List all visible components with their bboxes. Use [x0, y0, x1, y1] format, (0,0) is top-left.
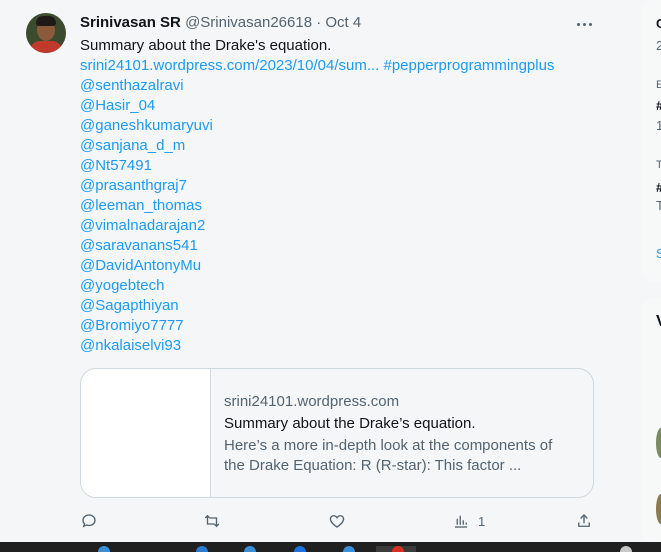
taskbar-app-icon[interactable] — [392, 546, 404, 552]
right-panel-glyph: # — [656, 180, 661, 195]
right-panel-glyph[interactable]: S — [656, 246, 661, 261]
header-separator: · — [316, 14, 322, 31]
author-avatar[interactable] — [26, 13, 66, 53]
card-domain: srini24101.wordpress.com — [224, 393, 400, 410]
taskbar-app-icon[interactable] — [343, 546, 355, 552]
retweet-button[interactable] — [203, 510, 221, 532]
mention[interactable]: @DavidAntonyMu — [80, 256, 600, 276]
retweet-icon — [204, 514, 220, 528]
mention[interactable]: @prasanthgraj7 — [80, 176, 600, 196]
views-icon — [455, 515, 467, 528]
more-dot — [576, 22, 580, 26]
mention[interactable]: @ganeshkumaryuvi — [80, 116, 600, 136]
reply-icon — [82, 514, 96, 528]
right-panel-glyph: C — [656, 16, 661, 31]
tweet-link[interactable]: srini24101.wordpress.com/2023/10/04/sum.… — [80, 57, 379, 74]
tweet-actions: 1 — [80, 510, 600, 532]
views-count: 1 — [478, 513, 486, 529]
tweet-body: Summary about the Drake's equation. srin… — [80, 36, 600, 356]
right-panel-glyph: E — [656, 79, 661, 91]
suggested-avatar[interactable] — [656, 428, 661, 458]
share-icon — [578, 514, 590, 527]
right-panel-glyph: T — [656, 198, 661, 213]
mention[interactable]: @Hasir_04 — [80, 96, 600, 116]
more-dot — [588, 22, 592, 26]
mention[interactable]: @yogebtech — [80, 276, 600, 296]
tweet[interactable]: Srinivasan SR @Srinivasan26618 · Oct 4 S… — [12, 0, 610, 542]
share-button[interactable] — [575, 510, 593, 532]
hashtag[interactable]: #pepperprogrammingplus — [384, 57, 555, 74]
mention[interactable]: @Nt57491 — [80, 156, 600, 176]
link-preview-card[interactable]: srini24101.wordpress.com Summary about t… — [80, 368, 594, 498]
right-panel-glyph: 1 — [656, 118, 661, 133]
mention[interactable]: @vimalnadarajan2 — [80, 216, 600, 236]
mention[interactable]: @Bromiyo7777 — [80, 316, 600, 336]
more-options-icon[interactable] — [572, 14, 596, 34]
mention[interactable]: @Sagapthiyan — [80, 296, 600, 316]
right-panel-glyph: # — [656, 98, 661, 113]
taskbar-tray-icon[interactable] — [620, 546, 632, 552]
tweet-text: Summary about the Drake's equation. — [80, 37, 332, 54]
right-panel-glyph: T — [656, 159, 661, 171]
author-name[interactable]: Srinivasan SR — [80, 14, 181, 31]
taskbar-app-icon[interactable] — [196, 546, 208, 552]
right-panel-glyph: V — [656, 314, 661, 330]
mention[interactable]: @saravanans541 — [80, 236, 600, 256]
heart-icon — [329, 515, 345, 528]
avatar-hair — [36, 16, 56, 26]
card-thumbnail[interactable] — [81, 369, 211, 497]
card-description-line: the Drake Equation: R (R-star): This fac… — [224, 457, 522, 474]
mention[interactable]: @senthazalravi — [80, 76, 600, 96]
suggested-avatar[interactable] — [656, 494, 661, 524]
tweet-date[interactable]: Oct 4 — [325, 14, 361, 31]
taskbar-app-icon[interactable] — [294, 546, 306, 552]
mention[interactable]: @leeman_thomas — [80, 196, 600, 216]
avatar-shirt — [30, 41, 62, 53]
more-dot — [582, 22, 586, 26]
mention[interactable]: @sanjana_d_m — [80, 136, 600, 156]
views-button[interactable]: 1 — [452, 510, 485, 532]
right-panel-glyph: 2 — [656, 38, 661, 53]
tweet-link-line: srini24101.wordpress.com/2023/10/04/sum.… — [80, 56, 600, 76]
author-handle[interactable]: @Srinivasan26618 — [185, 14, 312, 31]
like-button[interactable] — [328, 510, 346, 532]
tweet-header: Srinivasan SR @Srinivasan26618 · Oct 4 — [80, 14, 361, 32]
card-title: Summary about the Drake’s equation. — [224, 415, 476, 432]
reply-button[interactable] — [80, 510, 98, 532]
mention[interactable]: @nkalaiselvi93 — [80, 336, 600, 356]
taskbar-app-icon[interactable] — [98, 546, 110, 552]
taskbar-app-icon[interactable] — [244, 546, 256, 552]
card-meta: srini24101.wordpress.com Summary about t… — [224, 392, 584, 476]
card-description-line: Here’s a more in-depth look at the compo… — [224, 437, 553, 454]
